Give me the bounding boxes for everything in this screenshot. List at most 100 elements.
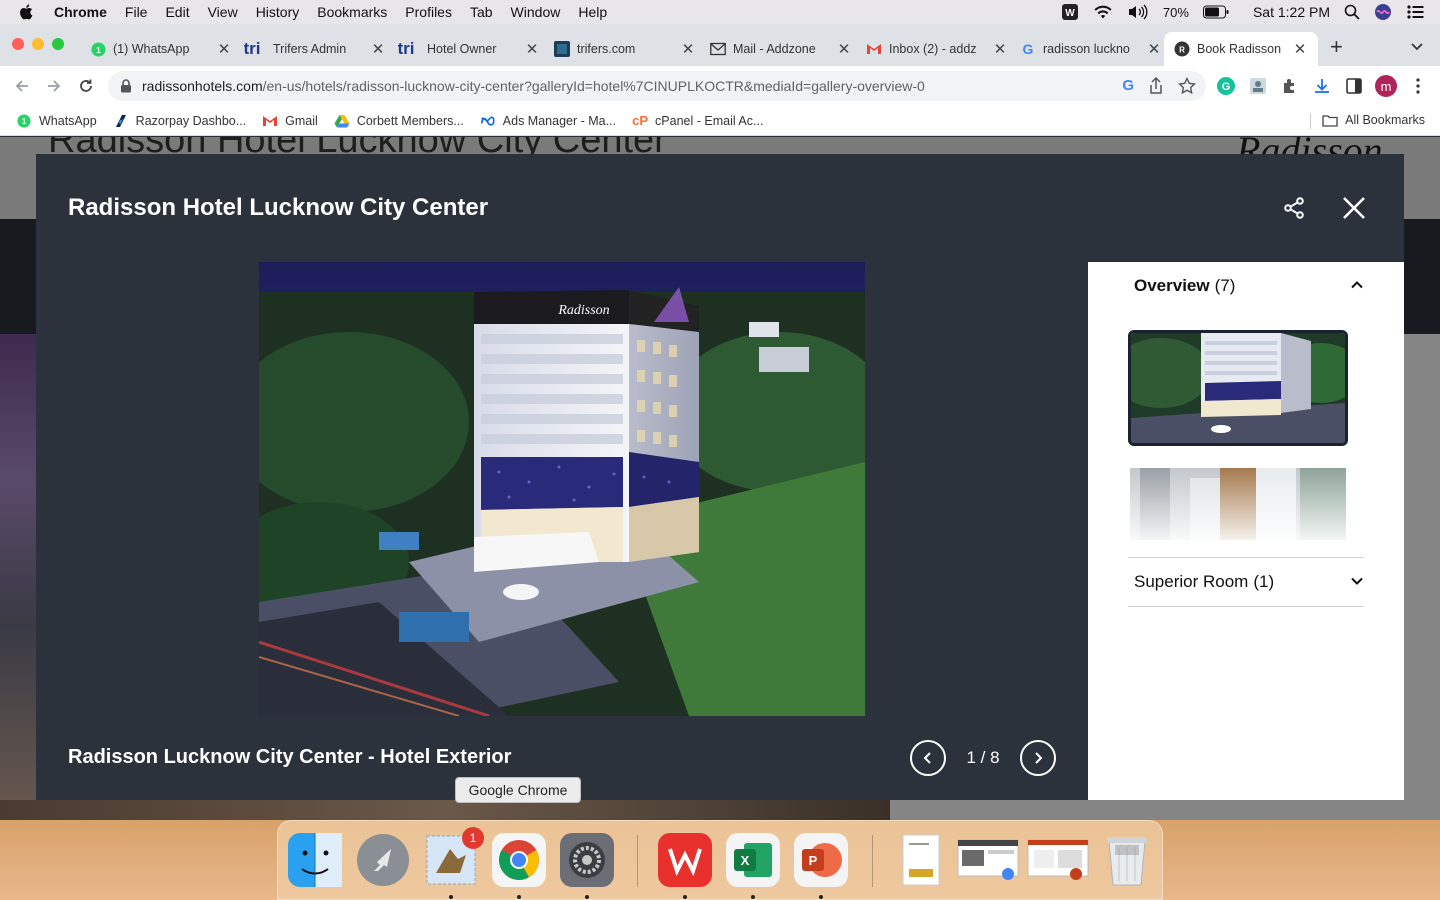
- bookmark-label: Razorpay Dashbo...: [135, 113, 247, 128]
- tab-label: Trifers Admin: [273, 42, 347, 56]
- new-tab-button[interactable]: +: [1330, 34, 1343, 60]
- dock-wps-office[interactable]: [658, 833, 712, 899]
- dock-system-preferences[interactable]: [560, 833, 614, 899]
- section-superior-room-header[interactable]: Superior Room (1): [1134, 572, 1364, 592]
- tab-trifers-admin[interactable]: tri Trifers Admin ✕: [244, 32, 386, 66]
- apple-icon[interactable]: [18, 3, 36, 21]
- close-tab-icon[interactable]: ✕: [370, 40, 386, 58]
- gallery-modal: Radisson Hotel Lucknow City Center Radis…: [36, 154, 1404, 800]
- running-indicator: [683, 895, 687, 899]
- close-tab-icon[interactable]: ✕: [524, 40, 540, 58]
- menu-file[interactable]: File: [125, 4, 148, 20]
- menu-bookmarks[interactable]: Bookmarks: [317, 4, 387, 20]
- address-bar[interactable]: radissonhotels.com/en-us/hotels/radisson…: [108, 71, 1206, 101]
- thumbnail-hotel-exterior[interactable]: [1128, 330, 1348, 446]
- volume-icon[interactable]: [1127, 4, 1149, 20]
- menu-view[interactable]: View: [208, 4, 238, 20]
- tab-mail-addzone[interactable]: Mail - Addzone ✕: [710, 32, 852, 66]
- bookmark-cpanel[interactable]: cP cPanel - Email Ac...: [632, 113, 763, 129]
- screenshot-extension[interactable]: [1248, 76, 1268, 96]
- google-lens-icon[interactable]: G: [1122, 77, 1134, 95]
- svg-text:1: 1: [96, 44, 101, 54]
- dock-mail[interactable]: 1: [424, 827, 484, 899]
- control-center-icon[interactable]: [1406, 4, 1424, 20]
- bookmark-gmail[interactable]: Gmail: [262, 113, 318, 129]
- forward-button[interactable]: [44, 76, 64, 96]
- section-overview-header[interactable]: Overview (7): [1134, 276, 1364, 296]
- close-tab-icon[interactable]: ✕: [836, 40, 852, 58]
- section-title: Superior Room: [1134, 572, 1249, 591]
- tab-trifers-com[interactable]: trifers.com ✕: [554, 32, 696, 66]
- grammarly-extension[interactable]: G: [1216, 76, 1236, 96]
- close-tab-icon[interactable]: ✕: [1146, 40, 1162, 58]
- close-tab-icon[interactable]: ✕: [216, 40, 232, 58]
- zoom-window-button[interactable]: [52, 38, 64, 50]
- wifi-icon[interactable]: [1093, 4, 1113, 20]
- close-tab-icon[interactable]: ✕: [1292, 40, 1308, 58]
- menu-history[interactable]: History: [256, 4, 300, 20]
- side-panel-button[interactable]: [1344, 76, 1364, 96]
- next-photo-button[interactable]: [1020, 740, 1056, 776]
- close-icon[interactable]: [1340, 194, 1368, 222]
- share-page-icon[interactable]: [1148, 77, 1164, 95]
- whatsapp-icon: 1: [90, 41, 106, 57]
- tab-gmail-inbox[interactable]: Inbox (2) - addz ✕: [866, 32, 1008, 66]
- dock-tooltip: Google Chrome: [455, 777, 581, 803]
- dock-finder[interactable]: [288, 833, 342, 887]
- menu-tab[interactable]: Tab: [470, 4, 493, 20]
- dock-chrome-window-preview[interactable]: [956, 833, 1020, 887]
- dock-powerpoint[interactable]: P: [794, 833, 848, 899]
- menu-edit[interactable]: Edit: [165, 4, 189, 20]
- close-window-button[interactable]: [12, 38, 24, 50]
- minimize-window-button[interactable]: [32, 38, 44, 50]
- dock-powerpoint-window-preview[interactable]: [1026, 833, 1090, 887]
- close-tab-icon[interactable]: ✕: [992, 40, 1008, 58]
- macos-dock: 1 X P: [277, 820, 1163, 900]
- close-tab-icon[interactable]: ✕: [680, 40, 696, 58]
- gallery-side-panel: Overview (7) Superior Room (1): [1088, 262, 1404, 800]
- dock-excel[interactable]: X: [726, 833, 780, 899]
- battery-icon[interactable]: [1202, 5, 1229, 19]
- chrome-menu-button[interactable]: [1408, 76, 1428, 96]
- bookmarks-divider: [1310, 113, 1312, 129]
- downloads-button[interactable]: [1312, 76, 1332, 96]
- extensions-button[interactable]: [1280, 76, 1300, 96]
- previous-photo-button[interactable]: [910, 740, 946, 776]
- reload-button[interactable]: [76, 76, 96, 96]
- bookmark-ads-manager[interactable]: Ads Manager - Ma...: [480, 113, 616, 129]
- all-bookmarks-button[interactable]: All Bookmarks: [1310, 113, 1425, 129]
- url-path: /en-us/hotels/radisson-lucknow-city-cent…: [262, 78, 925, 94]
- spotlight-search-icon[interactable]: [1344, 4, 1360, 20]
- tab-google-search[interactable]: G radisson luckno ✕: [1020, 32, 1162, 66]
- dock-document-stack[interactable]: [894, 833, 948, 887]
- siri-icon[interactable]: [1374, 3, 1392, 21]
- back-button[interactable]: [12, 76, 32, 96]
- menu-app-name[interactable]: Chrome: [54, 4, 107, 20]
- dock-chrome[interactable]: [492, 833, 546, 899]
- bookmark-razorpay[interactable]: Razorpay Dashbo...: [113, 113, 246, 129]
- menu-clock[interactable]: Sat 1:22 PM: [1253, 4, 1330, 20]
- chrome-icon: [492, 833, 546, 887]
- mail-unread-badge: 1: [462, 827, 484, 849]
- bookmark-star-icon[interactable]: [1178, 77, 1196, 95]
- menu-profiles[interactable]: Profiles: [405, 4, 452, 20]
- trash-icon: [1107, 837, 1147, 886]
- tab-book-radisson[interactable]: R Book Radisson ✕: [1164, 32, 1318, 66]
- dock-launchpad[interactable]: [356, 833, 410, 887]
- profile-avatar[interactable]: m: [1375, 75, 1397, 97]
- tab-hotel-owner[interactable]: tri Hotel Owner ✕: [398, 32, 540, 66]
- share-icon[interactable]: [1282, 196, 1306, 220]
- wps-status-icon[interactable]: W: [1061, 3, 1079, 21]
- bookmark-corbett[interactable]: Corbett Members...: [334, 113, 464, 129]
- bookmark-whatsapp[interactable]: 1 WhatsApp: [16, 113, 97, 129]
- running-indicator: [517, 895, 521, 899]
- tab-whatsapp[interactable]: 1 (1) WhatsApp ✕: [90, 32, 232, 66]
- menu-window[interactable]: Window: [511, 4, 561, 20]
- tab-search-chevron-icon[interactable]: [1410, 42, 1424, 52]
- image-extension-icon: [1250, 78, 1266, 94]
- bookmark-label: WhatsApp: [39, 113, 97, 128]
- dock-trash[interactable]: [1100, 833, 1154, 887]
- menu-help[interactable]: Help: [578, 4, 607, 20]
- lock-icon[interactable]: [120, 79, 132, 93]
- thumbnail-lobby[interactable]: [1130, 468, 1346, 540]
